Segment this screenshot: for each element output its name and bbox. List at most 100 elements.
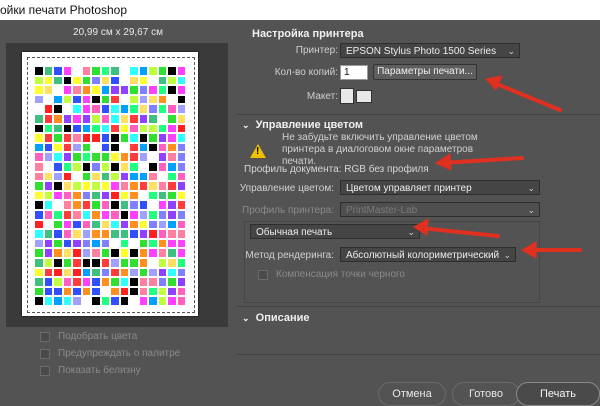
color-swatch — [100, 267, 110, 278]
cancel-button[interactable]: Отмена — [378, 382, 446, 406]
color-swatch — [148, 66, 158, 76]
done-button[interactable]: Готово — [452, 382, 520, 406]
color-swatch — [176, 162, 186, 172]
color-swatch — [72, 296, 82, 306]
color-swatch — [34, 104, 44, 114]
color-swatch — [91, 142, 101, 153]
black-point-option[interactable]: Компенсация точки черного — [258, 269, 405, 280]
gamut-warning-option[interactable]: Предупреждать о палитре — [40, 348, 180, 359]
color-swatch — [43, 248, 53, 258]
normal-print-select[interactable]: Обычная печать ⌄ — [250, 224, 420, 239]
color-swatch — [53, 114, 63, 124]
color-swatch — [138, 162, 148, 172]
description-title: Описание — [255, 312, 310, 324]
warning-text: Не забудьте включить управление цветом п… — [282, 132, 478, 167]
color-swatch — [62, 162, 72, 172]
color-swatch — [34, 181, 44, 191]
color-swatch — [129, 171, 139, 182]
printer-select[interactable]: EPSON Stylus Photo 1500 Series ⌄ — [340, 43, 520, 58]
color-swatch — [110, 200, 120, 210]
color-swatch — [138, 286, 148, 297]
preview-area — [6, 43, 228, 327]
copies-input[interactable]: 1 — [340, 65, 368, 80]
color-swatch — [110, 181, 120, 191]
color-management-header[interactable]: ⌄ Управление цветом — [242, 119, 363, 131]
color-swatch — [176, 142, 186, 153]
color-swatch — [43, 75, 53, 86]
color-swatch — [167, 190, 177, 201]
color-swatch — [167, 94, 177, 105]
color-swatch — [81, 152, 91, 162]
color-swatch — [43, 200, 53, 210]
color-swatch — [148, 94, 158, 105]
color-swatch — [110, 123, 120, 134]
color-swatch — [62, 171, 72, 182]
color-swatch — [110, 286, 120, 297]
color-swatch — [110, 277, 120, 287]
color-swatch — [148, 133, 158, 143]
paper-preview[interactable] — [22, 52, 198, 316]
landscape-orientation-icon[interactable] — [356, 90, 372, 103]
color-swatch — [157, 296, 167, 306]
print-settings-button[interactable]: Параметры печати... — [373, 64, 477, 80]
normal-print-value: Обычная печать — [256, 227, 333, 238]
color-swatch — [148, 181, 158, 191]
color-swatch — [53, 190, 63, 201]
chevron-down-icon: ⌄ — [407, 227, 415, 237]
black-point-checkbox[interactable] — [258, 269, 268, 280]
color-swatch — [100, 85, 110, 95]
color-handling-select[interactable]: Цветом управляет принтер ⌄ — [340, 180, 540, 195]
description-header[interactable]: ⌄ Описание — [242, 312, 310, 324]
color-swatch — [43, 85, 53, 95]
color-swatch — [72, 210, 82, 220]
rendering-select[interactable]: Абсолютный колориметрический ⌄ — [340, 247, 516, 262]
color-swatch — [176, 94, 186, 105]
color-swatch — [167, 114, 177, 124]
printer-setup-title: Настройка принтера — [252, 28, 364, 40]
print-button[interactable]: Печать — [516, 382, 600, 406]
color-swatch — [176, 85, 186, 95]
color-swatch — [100, 133, 110, 143]
color-swatch — [81, 286, 91, 297]
color-swatch — [43, 296, 53, 306]
color-swatch — [34, 210, 44, 220]
paper-dimensions: 20,99 см x 29,67 см — [73, 27, 163, 38]
portrait-orientation-icon[interactable] — [340, 88, 354, 104]
section-divider — [236, 114, 600, 115]
gamut-warning-label: Предупреждать о палитре — [58, 348, 181, 359]
color-swatch — [91, 114, 101, 124]
color-swatch — [138, 104, 148, 114]
printer-profile-select[interactable]: PrintMaster-Lab ⌄ — [340, 202, 540, 217]
color-swatch — [34, 85, 44, 95]
color-swatch — [119, 248, 129, 258]
color-swatch — [100, 200, 110, 210]
color-swatch — [110, 171, 120, 182]
color-swatch — [43, 219, 53, 230]
color-swatch — [157, 267, 167, 278]
color-swatch — [62, 296, 72, 306]
color-swatch — [100, 171, 110, 182]
color-swatch — [167, 267, 177, 278]
color-swatch — [91, 248, 101, 258]
match-colors-checkbox[interactable] — [40, 331, 50, 342]
color-swatch — [62, 181, 72, 191]
show-paper-white-checkbox[interactable] — [40, 365, 50, 376]
color-swatch — [62, 229, 72, 239]
color-swatch — [110, 66, 120, 76]
color-swatch — [148, 296, 158, 306]
gamut-warning-checkbox[interactable] — [40, 348, 50, 359]
color-swatch — [119, 296, 129, 306]
color-swatch — [91, 94, 101, 105]
color-swatch — [53, 248, 63, 258]
color-swatch — [119, 277, 129, 287]
color-swatch — [148, 85, 158, 95]
color-swatch — [176, 190, 186, 201]
color-swatch — [81, 123, 91, 134]
color-swatch — [72, 123, 82, 134]
section-divider — [236, 306, 600, 307]
color-swatch — [167, 286, 177, 297]
color-swatch — [167, 248, 177, 258]
match-colors-option[interactable]: Подобрать цвета — [40, 331, 137, 342]
show-paper-white-option[interactable]: Показать белизну — [40, 365, 141, 376]
color-swatch — [167, 210, 177, 220]
